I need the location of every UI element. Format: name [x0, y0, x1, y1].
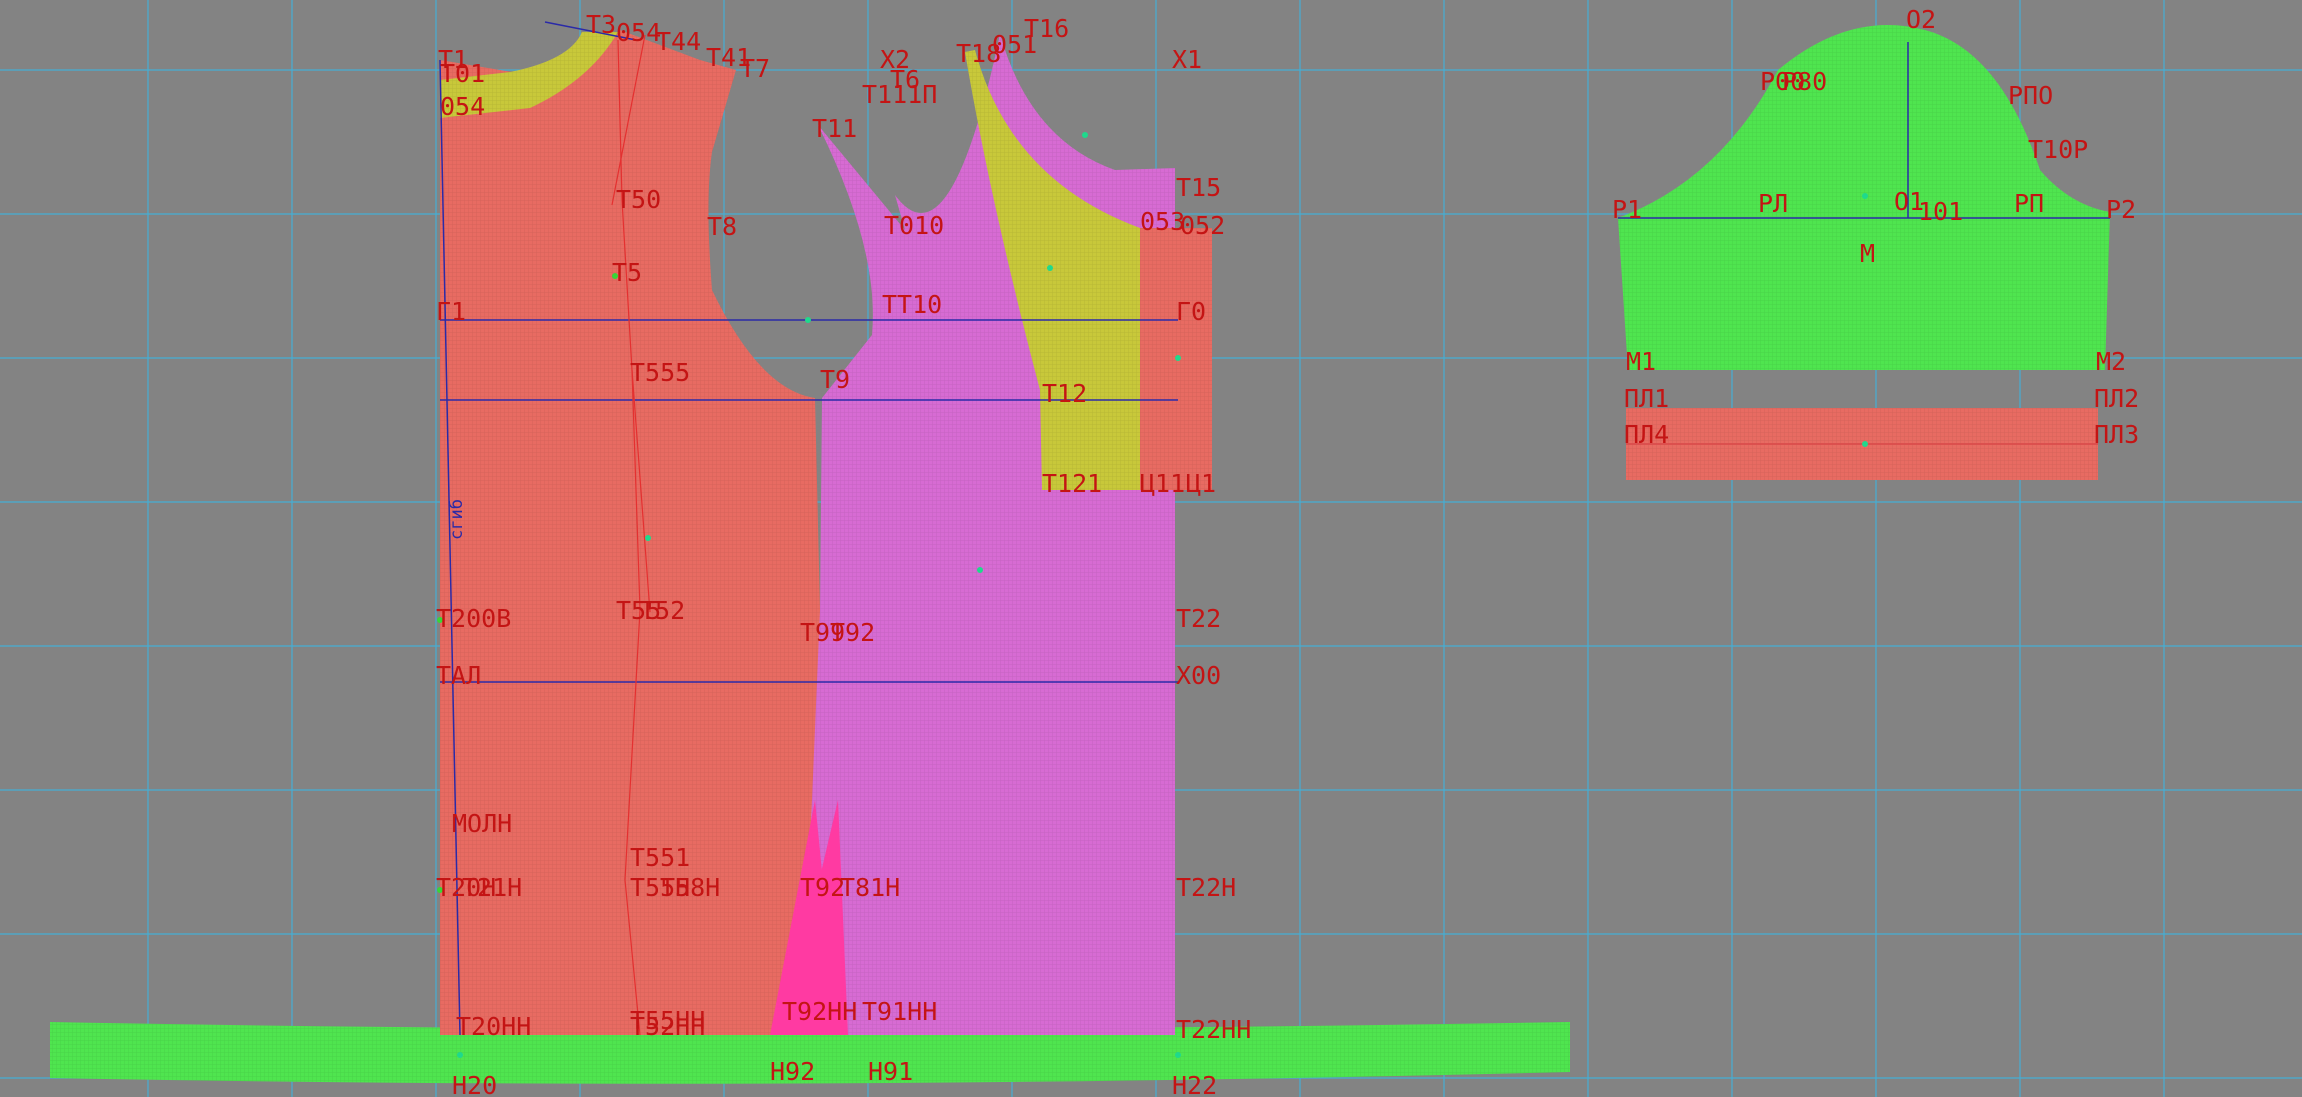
label-T91HH: Т91НН	[862, 997, 937, 1026]
label-H92: Н92	[770, 1057, 815, 1086]
label-o54: 054	[440, 92, 485, 121]
label-T44: Т44	[656, 27, 701, 56]
label-T200: Т200В	[436, 604, 511, 633]
label-T21H: Т21Н	[462, 873, 522, 902]
label-O101: 101	[1918, 197, 1963, 226]
label-T121: Т121	[1042, 469, 1102, 498]
label-T15: Т15	[1176, 173, 1221, 202]
label-G0: Г0	[1176, 297, 1206, 326]
label-T111: Т111П	[862, 80, 937, 109]
label-X1: Х1	[1172, 45, 1202, 74]
label-M: М	[1860, 239, 1875, 268]
label-051: 051	[992, 30, 1037, 59]
label-RP: РП	[2014, 189, 2044, 218]
label-T22HH: Т22НН	[1176, 1015, 1251, 1044]
label-RPO: РПО	[2008, 81, 2053, 110]
label-PL2: ПЛ2	[2094, 384, 2139, 413]
label-T92b: Т92	[800, 873, 845, 902]
label-fold: сгиб	[447, 499, 467, 540]
label-T8: Т8	[707, 212, 737, 241]
label-T52HH: Т52НН	[630, 1012, 705, 1041]
label-T22: Т22	[1176, 604, 1221, 633]
pattern-canvas[interactable]: Т3 054 Т44 Т41 Х2 Т6 Т16 Х1 Т1 Т01 054 Т…	[0, 0, 2302, 1097]
label-053: 053	[1140, 207, 1185, 236]
label-T551: Т551	[630, 843, 690, 872]
label-M2: М2	[2096, 347, 2126, 376]
label-P2: Р2	[2106, 195, 2136, 224]
label-T52: Т52	[640, 596, 685, 625]
label-C1: Ц1	[1186, 469, 1216, 498]
label-TAL: ТАЛ	[436, 661, 481, 690]
label-MOLN: МОЛН	[452, 809, 512, 838]
label-H91: Н91	[868, 1057, 913, 1086]
label-C11: Ц11	[1140, 469, 1185, 498]
label-T555: Т555	[630, 358, 690, 387]
label-T92: Т92	[830, 618, 875, 647]
label-T50: Т50	[616, 185, 661, 214]
label-T12: Т12	[1042, 379, 1087, 408]
label-TT10: ТТ10	[882, 290, 942, 319]
label-PL3: ПЛ3	[2094, 420, 2139, 449]
label-T3: Т3	[586, 10, 616, 39]
label-H20: Н20	[452, 1071, 497, 1097]
label-T01: Т01	[440, 59, 485, 88]
label-M1: М1	[1626, 347, 1656, 376]
label-X00: Х00	[1176, 661, 1221, 690]
label-P1: Р1	[1612, 195, 1642, 224]
label-PL1: ПЛ1	[1624, 384, 1669, 413]
label-RL: РЛ	[1758, 189, 1788, 218]
label-T010: Т010	[884, 211, 944, 240]
label-T11: Т11	[812, 114, 857, 143]
label-O2: О2	[1906, 5, 1936, 34]
label-P80: Р80	[1782, 67, 1827, 96]
label-T7: Т7	[740, 54, 770, 83]
label-G1: Г1	[436, 297, 466, 326]
label-T5: Т5	[612, 258, 642, 287]
label-T92HH: Т92НН	[782, 997, 857, 1026]
label-T81H: Т81Н	[840, 873, 900, 902]
label-054: 054	[616, 18, 661, 47]
label-T20HH: Т20НН	[456, 1012, 531, 1041]
label-T58H: Т58Н	[660, 873, 720, 902]
label-T9: Т9	[820, 365, 850, 394]
label-052: 052	[1180, 211, 1225, 240]
label-PL4: ПЛ4	[1624, 420, 1669, 449]
label-H22: Н22	[1172, 1071, 1217, 1097]
label-T22H: Т22Н	[1176, 873, 1236, 902]
label-T10P: Т10Р	[2028, 135, 2088, 164]
